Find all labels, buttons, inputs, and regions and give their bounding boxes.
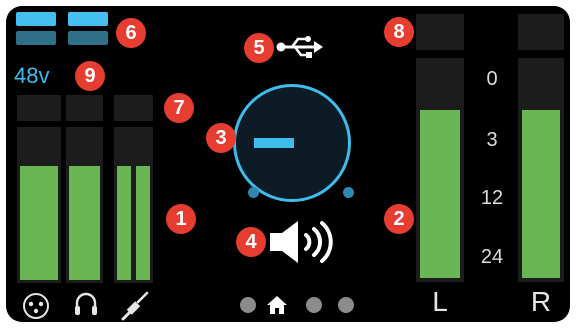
speaker-volume-icon[interactable] [268,218,340,266]
knob-range-max-dot [343,187,354,198]
knob-range-min-dot [248,187,259,198]
marker-1: 1 [166,204,196,234]
output-left-label: L [432,286,448,317]
page-dot-4[interactable] [338,297,354,313]
marker-4: 4 [236,227,266,257]
home-page-icon[interactable] [266,295,288,315]
mic-clip-indicator [17,95,61,121]
output-left-meter [416,58,464,282]
meter-scale-label: 0 [486,68,498,90]
headphone-input-meter [66,127,103,283]
headphone-clip-indicator [66,95,103,121]
gain-knob[interactable] [233,84,351,202]
page-dot-3[interactable] [306,297,322,313]
output-right-label: R [530,286,552,317]
marker-7: 7 [164,93,194,123]
instrument-input-meter [114,127,153,283]
output-left-clip-indicator [416,14,464,50]
marker-5: 5 [244,33,274,63]
meter-scale-label: 24 [480,246,504,268]
output-right-clip-indicator [518,14,564,50]
device-screen: 48v 0 3 12 24 L R 1 2 3 4 5 6 7 8 9 [6,6,570,322]
mic-input-meter [17,127,61,283]
output-right-meter [518,58,564,282]
usb-icon [276,36,323,58]
meter-scale-label: 12 [480,187,504,209]
marker-6: 6 [116,18,146,48]
page-dot-1[interactable] [240,297,256,313]
marker-9: 9 [75,61,105,91]
headphone-icon [75,292,97,315]
xlr-mic-icon [23,293,49,319]
marker-3: 3 [206,123,236,153]
marker-2: 2 [384,204,414,234]
meter-scale-label: 3 [486,129,498,151]
instrument-jack-icon [121,291,149,321]
phantom-power-label: 48v [14,63,50,88]
instrument-clip-indicator [114,95,153,121]
gain-knob-pointer [254,138,294,148]
marker-8: 8 [384,17,414,47]
